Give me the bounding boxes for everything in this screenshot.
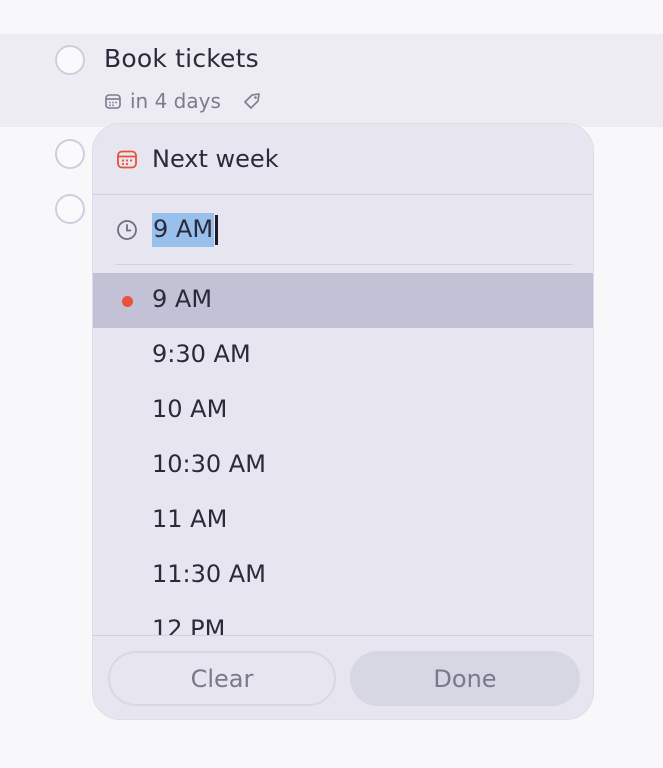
time-option[interactable]: 10 AM <box>93 383 593 438</box>
time-option-label: 11 AM <box>152 505 228 533</box>
task-row-book-tickets[interactable] <box>0 34 663 127</box>
date-time-picker: Next week 9 AM 9 AM 9:30 AM 10 AM 10:30 … <box>92 123 594 720</box>
time-input-value: 9 AM <box>152 213 215 247</box>
date-row[interactable]: Next week <box>93 124 593 194</box>
time-option[interactable]: 10:30 AM <box>93 438 593 493</box>
divider <box>93 635 593 636</box>
time-option[interactable]: 9:30 AM <box>93 328 593 383</box>
time-options-list[interactable]: 9 AM 9:30 AM 10 AM 10:30 AM 11 AM 11:30 … <box>93 273 593 635</box>
done-button[interactable]: Done <box>350 651 580 706</box>
task-checkbox[interactable] <box>55 194 85 224</box>
time-option-label: 10:30 AM <box>152 450 266 478</box>
task-checkbox[interactable] <box>55 139 85 169</box>
time-option-label: 10 AM <box>152 395 228 423</box>
time-row[interactable]: 9 AM <box>93 195 593 265</box>
time-option-label: 11:30 AM <box>152 560 266 588</box>
divider <box>115 264 573 265</box>
time-option[interactable]: 12 PM <box>93 603 593 635</box>
time-option[interactable]: 11:30 AM <box>93 548 593 603</box>
task-title: Book tickets <box>104 44 259 73</box>
clear-button[interactable]: Clear <box>108 651 336 706</box>
task-checkbox[interactable] <box>55 45 85 75</box>
time-option[interactable]: 11 AM <box>93 493 593 548</box>
clock-icon <box>115 218 139 242</box>
time-option-label: 12 PM <box>152 615 226 635</box>
text-caret <box>215 215 219 245</box>
time-option-label: 9:30 AM <box>152 340 251 368</box>
time-option-selected[interactable]: 9 AM <box>93 273 593 328</box>
date-label: Next week <box>152 145 279 173</box>
selected-indicator-dot <box>122 296 133 307</box>
tag-icon[interactable] <box>241 90 263 112</box>
calendar-icon <box>115 147 139 171</box>
task-due-date[interactable]: in 4 days <box>130 89 221 113</box>
time-option-label: 9 AM <box>152 285 213 313</box>
calendar-icon <box>104 92 122 110</box>
time-input[interactable]: 9 AM <box>152 213 219 247</box>
task-meta: in 4 days <box>104 89 263 113</box>
